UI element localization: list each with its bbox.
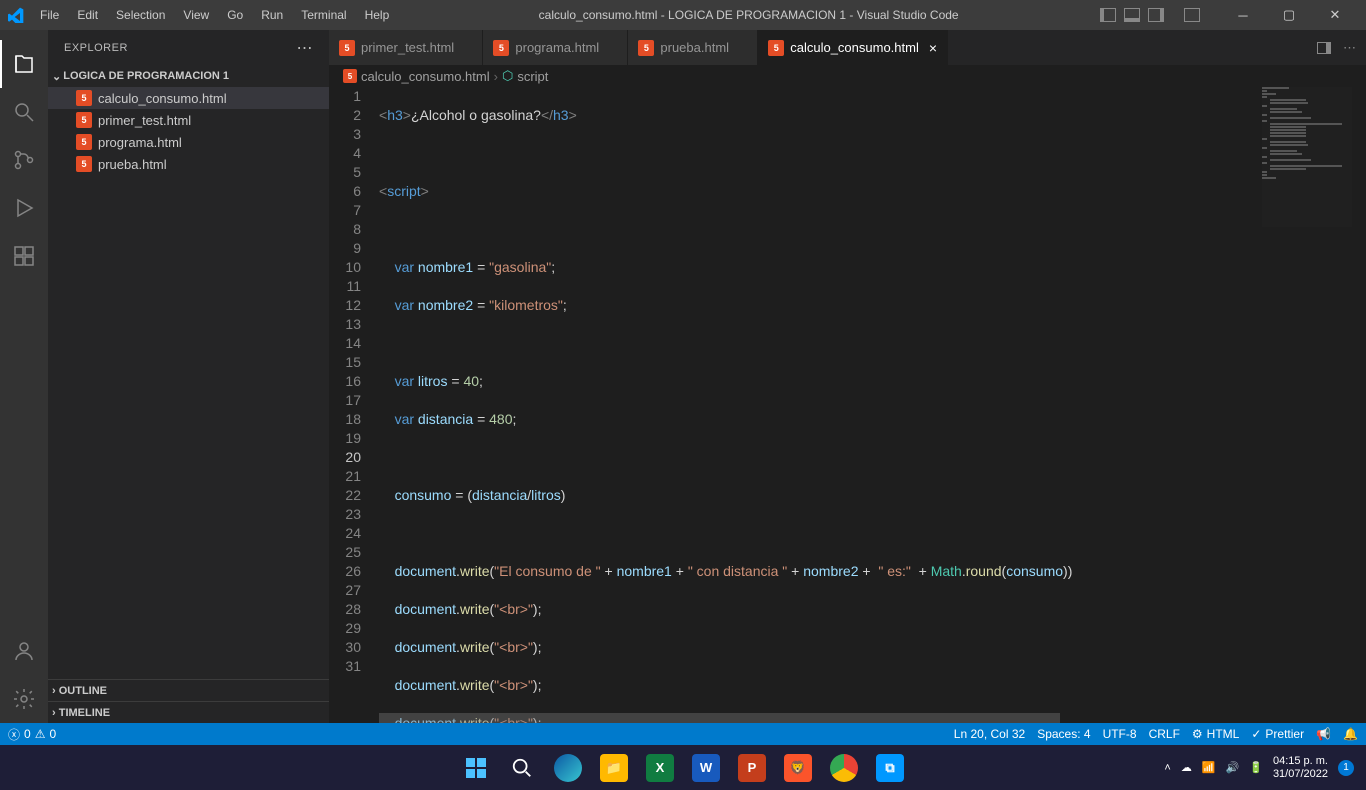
html-file-icon: 5 [638, 40, 654, 56]
source-control-icon[interactable] [0, 136, 48, 184]
tabs-bar: 5primer_test.html× 5programa.html× 5prue… [329, 30, 1366, 65]
status-encoding[interactable]: UTF-8 [1103, 727, 1137, 741]
status-prettier[interactable]: ✓ Prettier [1251, 727, 1304, 741]
status-feedback-icon[interactable]: 📢 [1316, 727, 1331, 741]
horizontal-scrollbar[interactable] [379, 713, 1352, 723]
html-file-icon: 5 [76, 156, 92, 172]
settings-gear-icon[interactable] [0, 675, 48, 723]
breadcrumb-file: calculo_consumo.html [361, 69, 490, 84]
file-programa[interactable]: 5programa.html [48, 131, 329, 153]
menu-run[interactable]: Run [253, 4, 291, 26]
html-file-icon: 5 [76, 90, 92, 106]
menu-go[interactable]: Go [219, 4, 251, 26]
activity-bar [0, 30, 48, 723]
status-cursor-position[interactable]: Ln 20, Col 32 [954, 727, 1025, 741]
editor-area: 5primer_test.html× 5programa.html× 5prue… [329, 30, 1366, 723]
tab-primer-test[interactable]: 5primer_test.html× [329, 30, 483, 65]
html-file-icon: 5 [768, 40, 784, 56]
tab-prueba[interactable]: 5prueba.html× [628, 30, 758, 65]
line-gutter: 1234567891011121314151617181920212223242… [329, 87, 379, 723]
menu-bar: File Edit Selection View Go Run Terminal… [32, 4, 397, 26]
status-eol[interactable]: CRLF [1149, 727, 1180, 741]
menu-terminal[interactable]: Terminal [293, 4, 354, 26]
file-calculo-consumo[interactable]: 5calculo_consumo.html [48, 87, 329, 109]
sidebar-more-icon[interactable]: ⋯ [297, 38, 314, 58]
folder-root[interactable]: ⌄ LOGICA DE PROGRAMACION 1 [48, 65, 329, 87]
titlebar: File Edit Selection View Go Run Terminal… [0, 0, 1366, 30]
window-title: calculo_consumo.html - LOGICA DE PROGRAM… [397, 8, 1100, 22]
chevron-down-icon: ⌄ [52, 70, 61, 83]
split-editor-icon[interactable] [1317, 42, 1331, 54]
sidebar: EXPLORER ⋯ ⌄ LOGICA DE PROGRAMACION 1 5c… [48, 30, 329, 723]
sidebar-title: EXPLORER [64, 42, 128, 54]
breadcrumb[interactable]: 5 calculo_consumo.html › ⬡ script [329, 65, 1366, 87]
explorer-icon[interactable] [0, 40, 48, 88]
file-list: 5calculo_consumo.html 5primer_test.html … [48, 87, 329, 679]
layout-controls[interactable] [1100, 8, 1200, 22]
menu-view[interactable]: View [175, 4, 217, 26]
run-debug-icon[interactable] [0, 184, 48, 232]
status-bell-icon[interactable]: 🔔 [1343, 727, 1358, 741]
maximize-button[interactable]: ▢ [1266, 0, 1312, 30]
close-icon[interactable]: × [929, 40, 937, 56]
sidebar-header: EXPLORER ⋯ [48, 30, 329, 65]
menu-help[interactable]: Help [357, 4, 398, 26]
close-button[interactable]: ✕ [1312, 0, 1358, 30]
accounts-icon[interactable] [0, 627, 48, 675]
vscode-logo-icon [8, 7, 24, 23]
menu-edit[interactable]: Edit [69, 4, 106, 26]
breadcrumb-symbol: script [517, 69, 548, 84]
timeline-section[interactable]: › TIMELINE [48, 701, 329, 723]
html-file-icon: 5 [343, 69, 357, 83]
status-language[interactable]: ⚙ HTML [1192, 727, 1239, 741]
status-errors[interactable]: ⓧ 0 ⚠ 0 [8, 726, 56, 743]
status-spaces[interactable]: Spaces: 4 [1037, 727, 1090, 741]
minimize-button[interactable]: ─ [1220, 0, 1266, 30]
more-actions-icon[interactable]: ⋯ [1343, 40, 1356, 56]
tab-calculo-consumo[interactable]: 5calculo_consumo.html× [758, 30, 948, 65]
menu-selection[interactable]: Selection [108, 4, 173, 26]
search-icon[interactable] [0, 88, 48, 136]
file-primer-test[interactable]: 5primer_test.html [48, 109, 329, 131]
html-file-icon: 5 [76, 134, 92, 150]
outline-section[interactable]: › OUTLINE [48, 679, 329, 701]
code-editor[interactable]: 1234567891011121314151617181920212223242… [329, 87, 1366, 723]
folder-name: LOGICA DE PROGRAMACION 1 [63, 70, 229, 82]
html-file-icon: 5 [76, 112, 92, 128]
extensions-icon[interactable] [0, 232, 48, 280]
menu-file[interactable]: File [32, 4, 67, 26]
file-prueba[interactable]: 5prueba.html [48, 153, 329, 175]
statusbar: ⓧ 0 ⚠ 0 Ln 20, Col 32 Spaces: 4 UTF-8 CR… [0, 723, 1366, 745]
code-content[interactable]: <h3>¿Alcohol o gasolina?</h3> <script> v… [379, 87, 1366, 723]
html-file-icon: 5 [339, 40, 355, 56]
tab-programa[interactable]: 5programa.html× [483, 30, 628, 65]
html-file-icon: 5 [493, 40, 509, 56]
